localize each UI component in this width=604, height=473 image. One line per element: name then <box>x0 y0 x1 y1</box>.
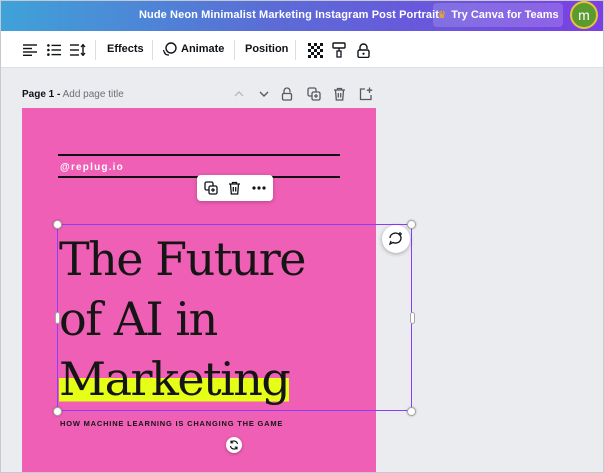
toolbar-divider <box>295 40 296 60</box>
rotate-icon <box>229 440 239 450</box>
canva-editor: Nude Neon Minimalist Marketing Instagram… <box>0 0 604 473</box>
delete-element-icon[interactable] <box>228 181 242 195</box>
rotate-button[interactable] <box>226 437 242 453</box>
element-context-toolbar <box>197 175 273 201</box>
resize-handle-right[interactable] <box>410 312 415 324</box>
resize-handle-bottom-left[interactable] <box>53 407 62 416</box>
resize-handle-bottom-right[interactable] <box>407 407 416 416</box>
resize-handle-left[interactable] <box>55 312 60 324</box>
text-align-left-icon[interactable] <box>21 41 39 59</box>
top-header-bar: Nude Neon Minimalist Marketing Instagram… <box>1 1 603 31</box>
page-title-placeholder[interactable]: Add page title <box>63 89 124 100</box>
duplicate-page-icon[interactable] <box>307 87 321 101</box>
try-canva-teams-label: Try Canva for Teams <box>451 9 559 21</box>
page-label[interactable]: Page 1 - Add page title <box>22 89 124 100</box>
bulleted-list-icon[interactable] <box>45 41 63 59</box>
resize-handle-top-right[interactable] <box>407 220 416 229</box>
toolbar-divider <box>152 40 153 60</box>
chevron-up-icon[interactable] <box>232 87 246 101</box>
toolbar-divider <box>234 40 235 60</box>
line-spacing-icon[interactable] <box>69 41 87 59</box>
duplicate-element-icon[interactable] <box>204 181 218 195</box>
comment-plus-icon <box>388 232 402 246</box>
editor-toolbar: Effects Animate Position <box>1 31 603 68</box>
lock-icon[interactable] <box>354 41 372 59</box>
copy-style-paint-roller-icon[interactable] <box>330 41 348 59</box>
more-options-icon[interactable] <box>252 181 266 195</box>
delete-page-icon[interactable] <box>333 87 347 101</box>
page-number-label: Page 1 - <box>22 89 61 100</box>
position-button[interactable]: Position <box>245 43 288 55</box>
animate-icon <box>162 42 177 56</box>
add-comment-button[interactable] <box>382 225 410 253</box>
toolbar-divider <box>95 40 96 60</box>
chevron-down-icon[interactable] <box>257 87 271 101</box>
resize-handle-top-left[interactable] <box>53 220 62 229</box>
document-title[interactable]: Nude Neon Minimalist Marketing Instagram… <box>139 9 439 21</box>
add-page-icon[interactable] <box>359 87 373 101</box>
brand-handle-text[interactable]: @replug.io <box>60 162 124 173</box>
animate-button[interactable]: Animate <box>181 43 224 55</box>
crown-icon: ♛ <box>437 9 447 21</box>
effects-button[interactable]: Effects <box>107 43 144 55</box>
transparency-icon[interactable] <box>306 41 324 59</box>
user-avatar[interactable]: m <box>570 1 598 29</box>
tagline-text[interactable]: HOW MACHINE LEARNING IS CHANGING THE GAM… <box>60 419 283 428</box>
top-divider-line[interactable] <box>58 154 340 156</box>
lock-page-icon[interactable] <box>281 87 295 101</box>
try-canva-teams-button[interactable]: ♛ Try Canva for Teams <box>433 3 563 27</box>
selection-box <box>57 224 412 411</box>
